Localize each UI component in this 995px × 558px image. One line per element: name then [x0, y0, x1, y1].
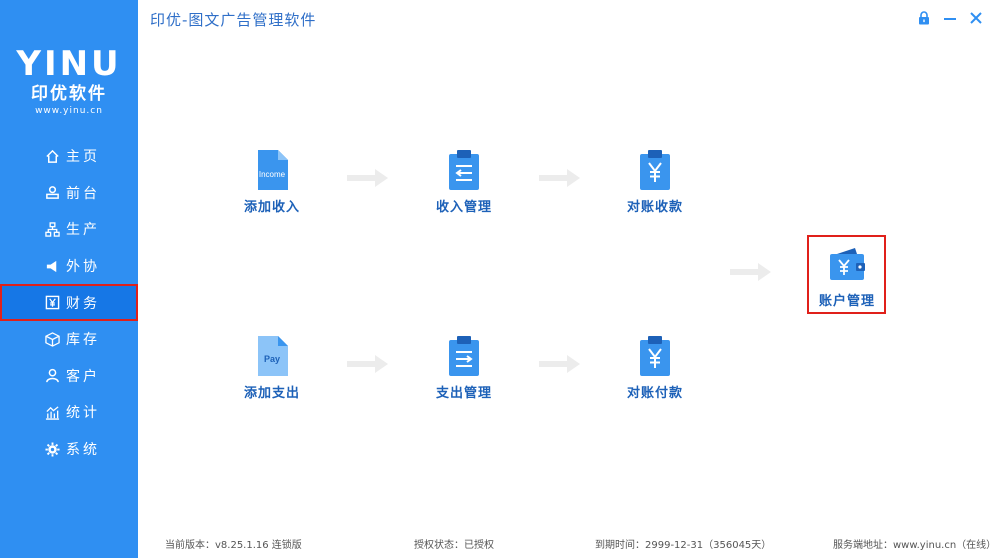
status-bar: 当前版本：v8.25.1.16 连锁版 授权状态：已授权 到期时间：2999-1…: [138, 526, 995, 558]
svg-text:Pay: Pay: [264, 354, 280, 364]
sidebar-item-outsource[interactable]: 外协: [0, 248, 138, 285]
logo-name: 印优软件: [31, 84, 107, 104]
sidebar-item-label: 客户: [66, 368, 100, 385]
sidebar-item-label: 生产: [66, 222, 100, 239]
cube-icon: [44, 331, 60, 347]
server-address-text: 服务端地址：www.yinu.cn（在线）: [833, 540, 995, 551]
reconcile-receipt-button[interactable]: 对账收款: [615, 148, 695, 215]
sidebar-item-finance[interactable]: 财务: [0, 284, 138, 321]
logo: YINU 印优软件 www.yinu.cn: [0, 46, 138, 117]
node-label: 添加支出: [243, 386, 300, 401]
gear-icon: [44, 441, 60, 457]
flow-arrow: [539, 169, 580, 187]
sidebar-item-label: 主页: [66, 149, 100, 166]
reconcile-payment-button[interactable]: 对账付款: [615, 334, 695, 401]
sidebar-item-front-desk[interactable]: 前台: [0, 175, 138, 212]
version-text: 当前版本：v8.25.1.16 连锁版: [165, 540, 302, 551]
node-label: 支出管理: [435, 386, 492, 401]
node-label: 对账收款: [626, 200, 683, 215]
org-chart-icon: [44, 221, 60, 237]
clipboard-yen-icon: [635, 148, 675, 192]
sidebar-item-production[interactable]: 生产: [0, 211, 138, 248]
minimize-icon[interactable]: [943, 10, 957, 26]
sidebar-item-label: 库存: [66, 332, 100, 349]
sidebar-item-customer[interactable]: 客户: [0, 358, 138, 395]
income-management-button[interactable]: 收入管理: [424, 148, 504, 215]
clipboard-yen-icon: [635, 334, 675, 378]
add-income-button[interactable]: Income 添加收入: [232, 148, 312, 215]
expiry-text: 到期时间：2999-12-31（356045天）: [595, 540, 772, 551]
logo-mark: YINU: [16, 44, 122, 84]
window-controls: [917, 10, 983, 26]
sidebar-item-label: 财务: [66, 295, 100, 312]
lock-icon[interactable]: [917, 10, 931, 26]
pay-doc-icon: Pay: [252, 334, 292, 378]
chart-icon: [44, 404, 60, 420]
sidebar-item-statistics[interactable]: 统计: [0, 394, 138, 431]
add-expense-button[interactable]: Pay 添加支出: [232, 334, 312, 401]
svg-text:Income: Income: [259, 170, 286, 179]
sidebar-item-system[interactable]: 系统: [0, 431, 138, 468]
wallet-icon: [827, 242, 867, 286]
yen-box-icon: [44, 295, 60, 311]
close-icon[interactable]: [969, 10, 983, 26]
home-icon: [44, 148, 60, 164]
logo-url: www.yinu.cn: [35, 106, 103, 116]
clipboard-out-icon: [444, 334, 484, 378]
license-status-text: 授权状态：已授权: [414, 540, 494, 551]
sidebar-item-label: 外协: [66, 259, 100, 276]
sidebar-item-home[interactable]: 主页: [0, 138, 138, 175]
flow-arrow: [347, 355, 388, 373]
income-doc-icon: Income: [252, 148, 292, 192]
sidebar-nav: 主页 前台 生产 外协 财务 库存 客户 统计 系统: [0, 138, 138, 467]
title-bar: 印优-图文广告管理软件: [138, 0, 995, 38]
clipboard-in-icon: [444, 148, 484, 192]
account-management-button[interactable]: 账户管理: [807, 242, 887, 309]
sidebar-item-label: 前台: [66, 185, 100, 202]
node-label: 收入管理: [435, 200, 492, 215]
expense-management-button[interactable]: 支出管理: [424, 334, 504, 401]
person-icon: [44, 368, 60, 384]
sidebar: YINU 印优软件 www.yinu.cn 主页 前台 生产 外协 财务 库存 …: [0, 0, 138, 558]
flow-arrow: [539, 355, 580, 373]
share-icon: [44, 258, 60, 274]
node-label: 添加收入: [243, 200, 300, 215]
sidebar-item-inventory[interactable]: 库存: [0, 321, 138, 358]
node-label: 对账付款: [626, 386, 683, 401]
sidebar-item-label: 系统: [66, 442, 100, 459]
flow-arrow: [730, 263, 771, 281]
node-label: 账户管理: [818, 294, 875, 309]
sidebar-item-label: 统计: [66, 405, 100, 422]
user-desk-icon: [44, 185, 60, 201]
app-title: 印优-图文广告管理软件: [150, 11, 317, 29]
flow-arrow: [347, 169, 388, 187]
